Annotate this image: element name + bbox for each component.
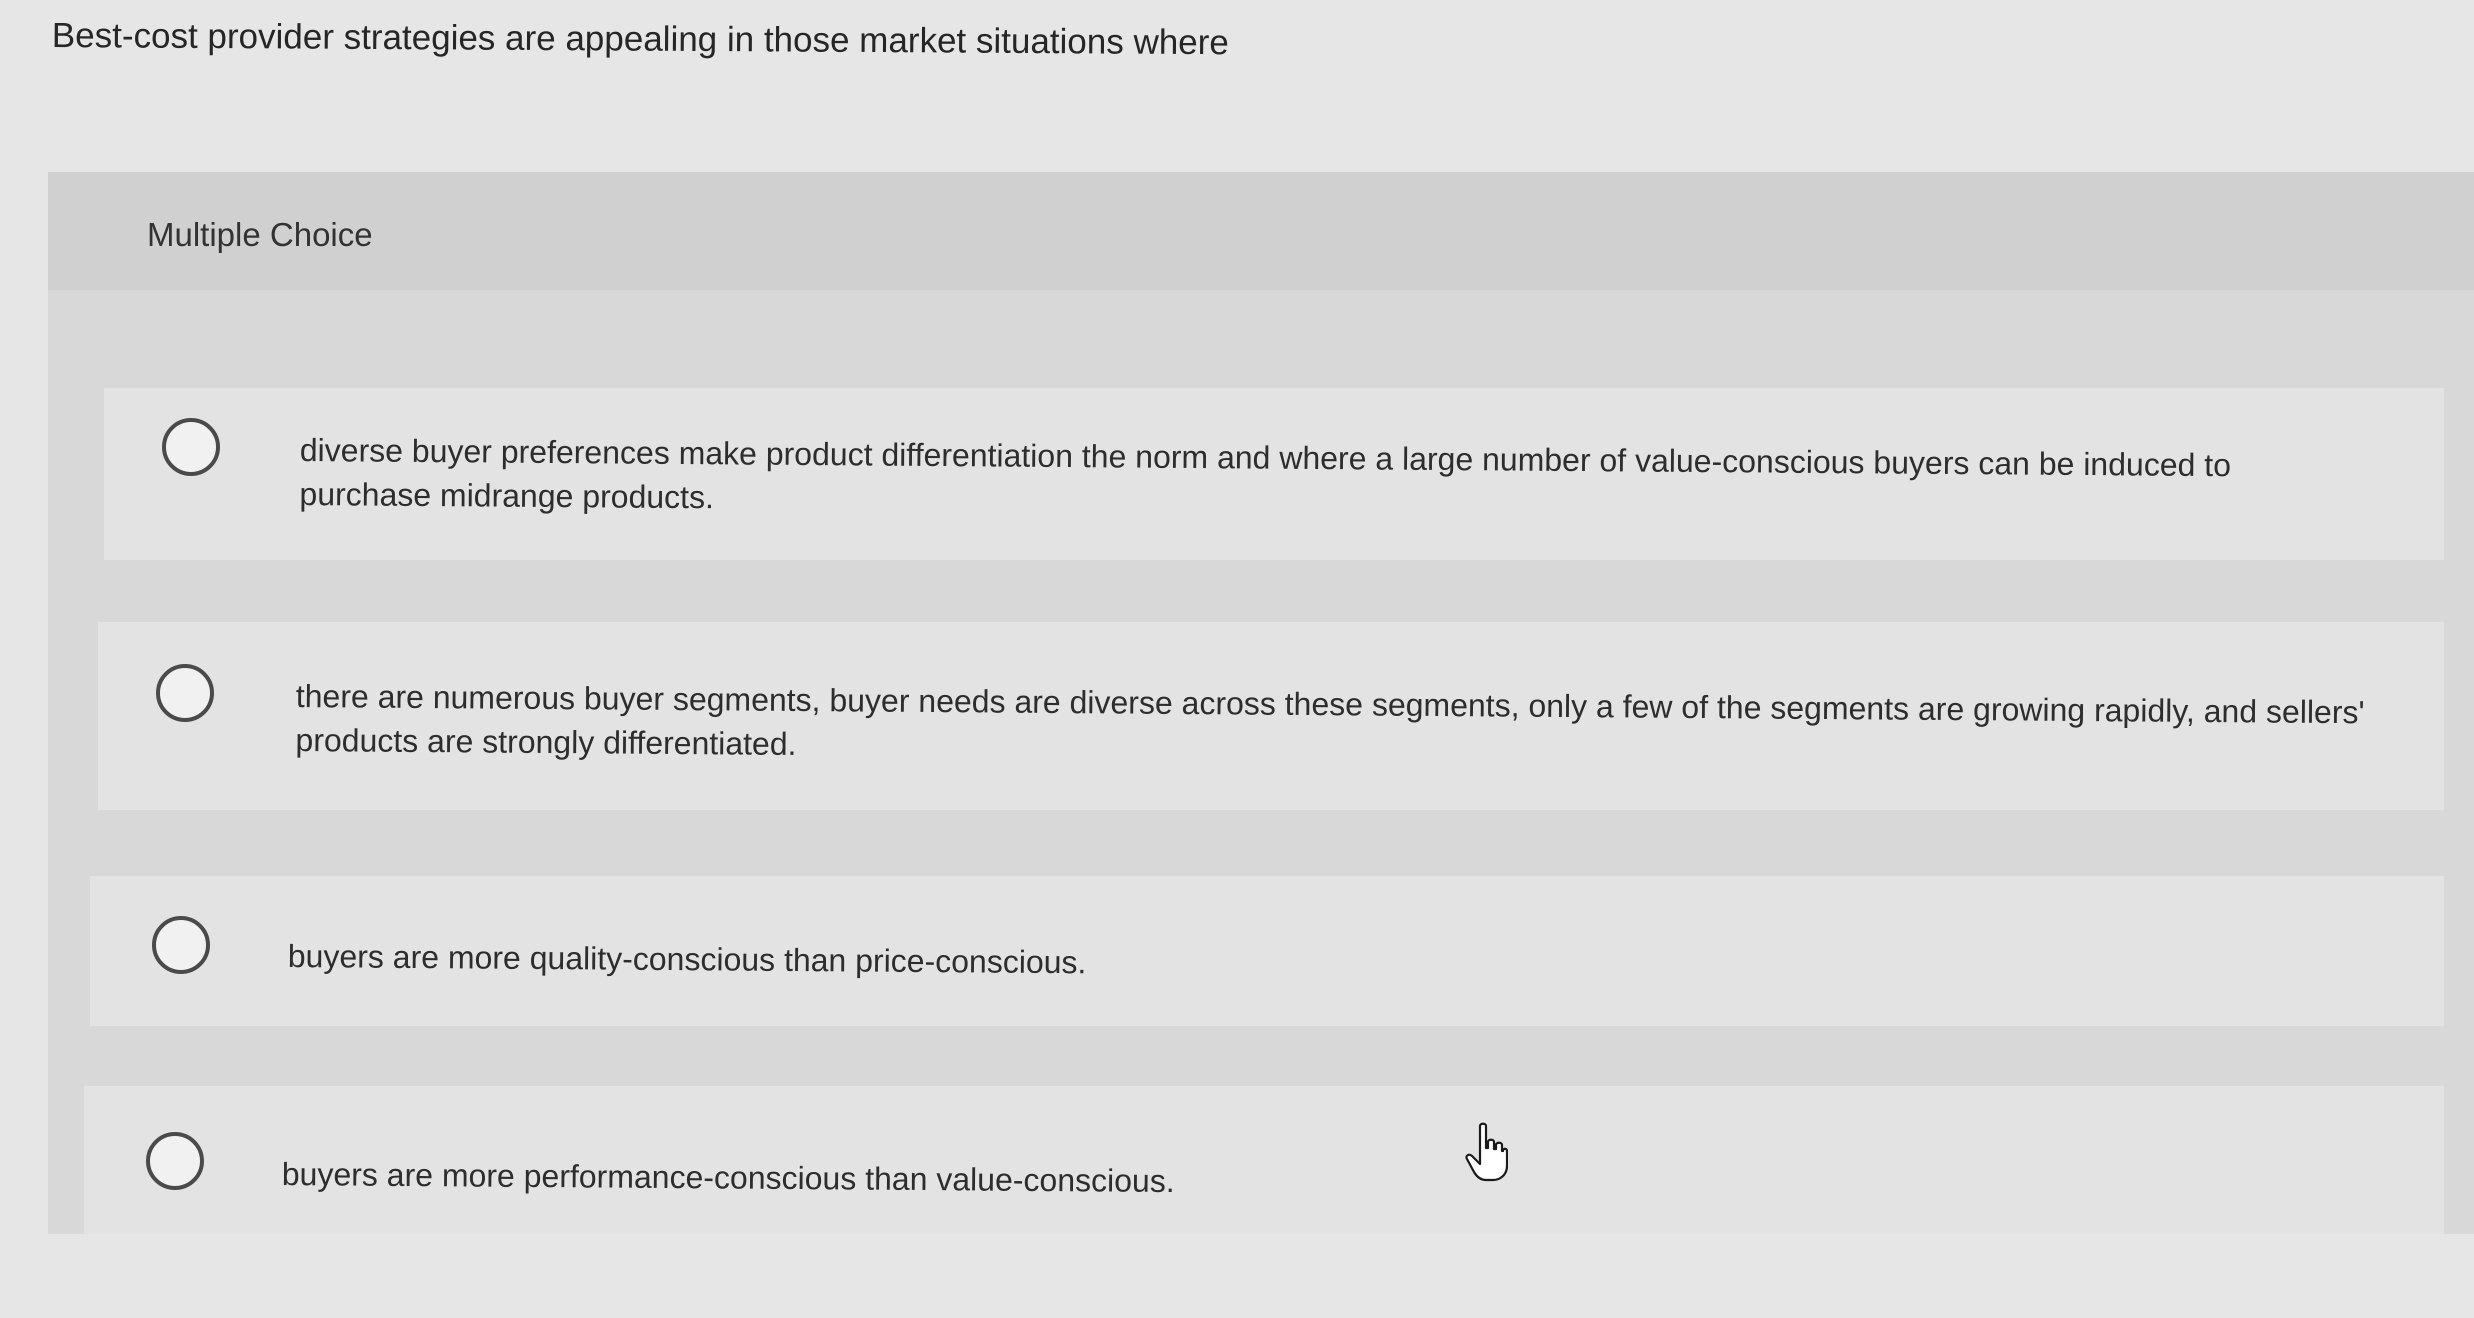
radio-unchecked-icon[interactable] [146,1132,204,1190]
answer-choice-2-text: there are numerous buyer segments, buyer… [295,677,2365,762]
radio-unchecked-icon[interactable] [156,664,214,722]
hand-pointer-icon [1465,1122,1508,1182]
answer-choice-3-text: buyers are more quality-conscious than p… [287,937,1087,981]
question-stem: Best-cost provider strategies are appeal… [51,15,1229,63]
question-type-header: Multiple Choice [48,172,2474,290]
radio-unchecked-icon[interactable] [162,418,220,476]
answer-choice-1-text: diverse buyer preferences make product d… [299,431,2232,516]
answer-choice-4-text: buyers are more performance-conscious th… [281,1155,1175,1200]
answer-choice-3[interactable]: buyers are more quality-conscious than p… [90,876,2444,1026]
answer-choice-2[interactable]: there are numerous buyer segments, buyer… [98,622,2444,810]
radio-unchecked-icon[interactable] [152,916,210,974]
question-type-label: Multiple Choice [147,216,373,253]
answer-choice-1[interactable]: diverse buyer preferences make product d… [104,388,2444,560]
answer-choice-4[interactable]: buyers are more performance-conscious th… [84,1086,2444,1234]
